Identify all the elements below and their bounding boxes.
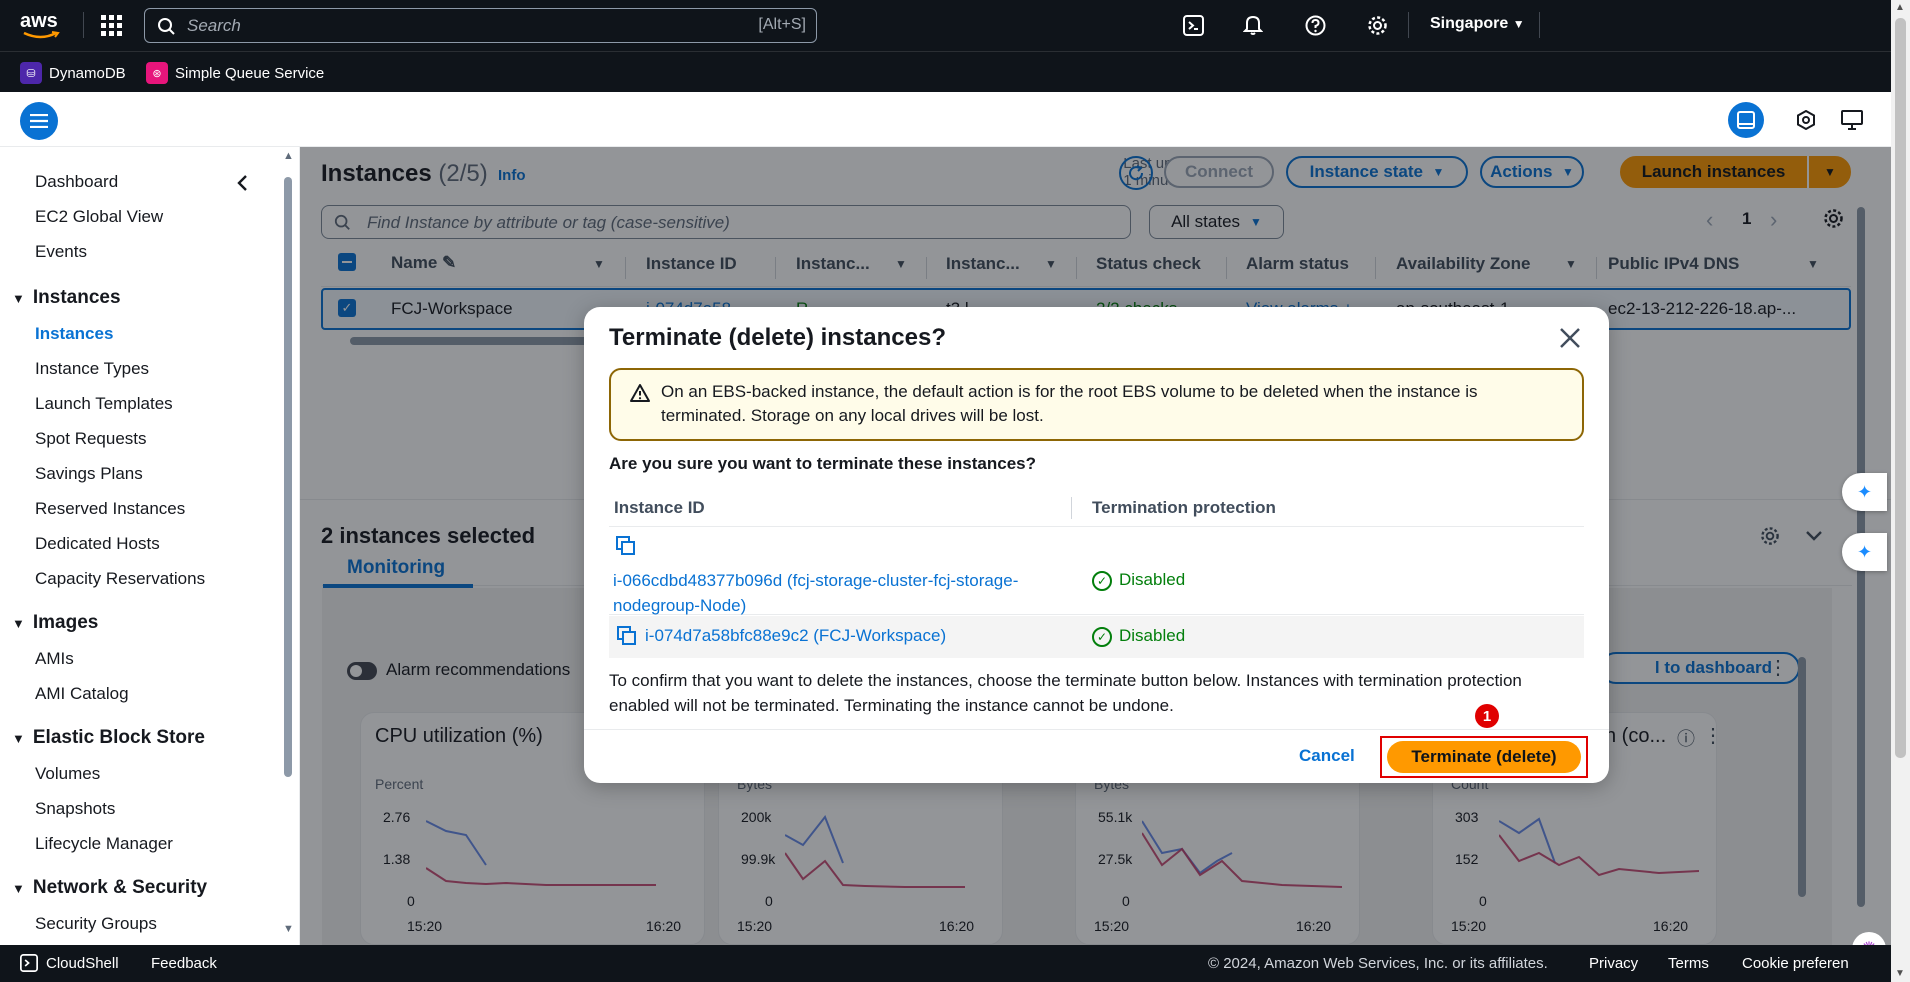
protection-status: Disabled bbox=[1119, 570, 1186, 589]
top-navigation: aws Search [Alt+S] Singapore ▼ bbox=[0, 0, 1891, 51]
caret-down-icon: ▼ bbox=[1512, 17, 1525, 31]
floating-assist-button-2[interactable]: ✦ bbox=[1842, 533, 1887, 571]
protection-status: Disabled bbox=[1119, 626, 1186, 645]
modal-backdrop-sidebar bbox=[0, 147, 300, 945]
divider bbox=[1071, 497, 1072, 519]
region-label: Singapore bbox=[1430, 15, 1509, 32]
scroll-down-arrow-icon[interactable]: ▼ bbox=[1895, 968, 1905, 979]
favorite-label: Simple Queue Service bbox=[175, 64, 325, 82]
presentation-icon[interactable] bbox=[1841, 109, 1863, 131]
help-icon[interactable] bbox=[1305, 15, 1326, 36]
footer-copyright: © 2024, Amazon Web Services, Inc. or its… bbox=[1208, 955, 1548, 972]
hamburger-icon bbox=[30, 114, 48, 128]
footer-cloudshell-button[interactable]: CloudShell bbox=[20, 954, 119, 972]
modal-title: Terminate (delete) instances? bbox=[609, 324, 946, 351]
dynamodb-icon: ⛁ bbox=[20, 62, 42, 84]
favorite-dynamodb[interactable]: ⛁ DynamoDB bbox=[20, 62, 126, 84]
table-row: i-074d7a58bfc88e9c2 (FCJ-Workspace) ✓ Di… bbox=[609, 616, 1584, 658]
check-circle-icon: ✓ bbox=[1092, 627, 1112, 647]
aws-smile-icon bbox=[23, 31, 60, 39]
cloudshell-icon[interactable] bbox=[1183, 15, 1204, 36]
panel-toggle-button[interactable] bbox=[1728, 102, 1764, 138]
search-icon bbox=[158, 18, 175, 35]
console-subheader bbox=[0, 92, 1891, 147]
window-scroll-thumb[interactable] bbox=[1895, 18, 1906, 758]
copy-icon[interactable] bbox=[616, 536, 636, 556]
favorite-sqs[interactable]: ⊛ Simple Queue Service bbox=[146, 62, 324, 84]
confirm-question: Are you sure you want to terminate these… bbox=[609, 454, 1037, 473]
divider bbox=[83, 12, 84, 38]
settings-gear-icon[interactable] bbox=[1367, 15, 1388, 36]
column-header-termination-protection: Termination protection bbox=[1092, 498, 1276, 517]
footer-terms-link[interactable]: Terms bbox=[1668, 955, 1709, 972]
sqs-icon: ⊛ bbox=[146, 62, 168, 84]
panel-icon bbox=[1737, 111, 1755, 129]
cancel-button[interactable]: Cancel bbox=[1299, 746, 1355, 766]
notifications-bell-icon[interactable] bbox=[1243, 14, 1263, 36]
footer-privacy-link[interactable]: Privacy bbox=[1589, 955, 1638, 972]
warning-triangle-icon bbox=[630, 384, 650, 402]
favorite-label: DynamoDB bbox=[49, 64, 126, 82]
footer: CloudShell Feedback © 2024, Amazon Web S… bbox=[0, 945, 1891, 982]
footer-cookie-link[interactable]: Cookie preferen bbox=[1742, 955, 1849, 972]
favorites-bar: ⛁ DynamoDB ⊛ Simple Queue Service bbox=[0, 51, 1891, 92]
divider bbox=[1408, 12, 1409, 38]
search-shortcut: [Alt+S] bbox=[758, 16, 806, 33]
search-placeholder: Search bbox=[187, 16, 241, 35]
divider bbox=[1539, 12, 1540, 38]
scroll-up-arrow-icon[interactable]: ▲ bbox=[1895, 2, 1905, 13]
copy-icon[interactable] bbox=[617, 626, 637, 646]
window-scrollbar[interactable]: ▲ ▼ bbox=[1891, 0, 1910, 982]
warning-alert: On an EBS-backed instance, the default a… bbox=[609, 368, 1584, 441]
column-header-instance-id: Instance ID bbox=[614, 498, 705, 517]
confirm-text: To confirm that you want to delete the i… bbox=[609, 671, 1522, 715]
table-row: i-066cdbd48377b096d (fcj-storage-cluster… bbox=[609, 528, 1584, 615]
cloudshell-icon bbox=[20, 954, 38, 972]
terminate-modal: Terminate (delete) instances? On an EBS-… bbox=[584, 307, 1609, 783]
check-circle-icon: ✓ bbox=[1092, 571, 1112, 591]
region-selector[interactable]: Singapore ▼ bbox=[1430, 15, 1525, 33]
apps-grid-icon[interactable] bbox=[101, 15, 122, 36]
menu-toggle-button[interactable] bbox=[20, 102, 58, 140]
search-input[interactable]: Search [Alt+S] bbox=[144, 8, 817, 43]
modal-footer-divider bbox=[584, 729, 1609, 730]
terminate-button[interactable]: Terminate (delete) bbox=[1387, 741, 1581, 773]
close-icon[interactable] bbox=[1559, 327, 1581, 349]
warning-text: On an EBS-backed instance, the default a… bbox=[661, 382, 1478, 425]
footer-cloudshell-label: CloudShell bbox=[46, 954, 119, 972]
footer-feedback-link[interactable]: Feedback bbox=[151, 955, 217, 972]
instance-id-link[interactable]: i-066cdbd48377b096d (fcj-storage-cluster… bbox=[613, 568, 1053, 618]
step-badge: 1 bbox=[1475, 704, 1499, 728]
floating-assist-button-1[interactable]: ✦ bbox=[1842, 473, 1887, 511]
hexagon-icon[interactable] bbox=[1796, 110, 1816, 130]
instance-id-link[interactable]: i-074d7a58bfc88e9c2 (FCJ-Workspace) bbox=[645, 626, 946, 646]
